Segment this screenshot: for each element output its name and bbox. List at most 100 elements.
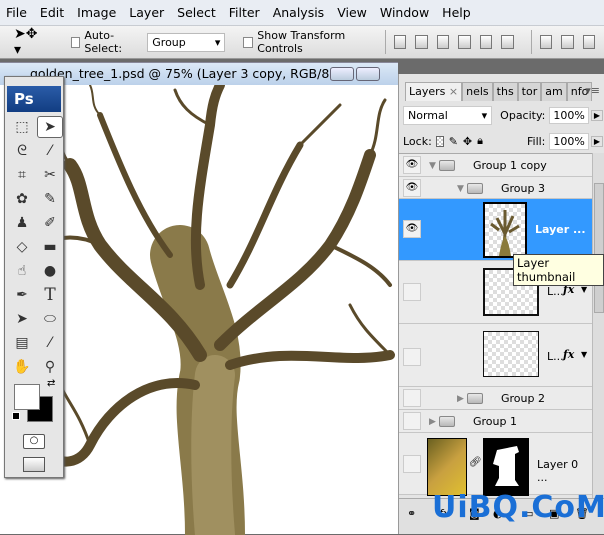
tab-channels[interactable]: nels (462, 82, 493, 101)
screen-mode-button[interactable] (23, 457, 45, 472)
eye-icon[interactable]: 👁︎ (403, 220, 421, 238)
notes-tool-icon[interactable]: ▤ (9, 332, 35, 354)
magic-wand-tool-icon[interactable]: ⁄ (37, 140, 63, 162)
fx-icon[interactable]: fx (563, 348, 574, 361)
blur-tool-icon[interactable]: ☝ (9, 260, 35, 282)
move-tool-preset-icon[interactable]: ➤✥ ▾ (14, 26, 45, 58)
visibility-toggle[interactable] (403, 348, 421, 366)
opacity-input[interactable]: 100% (549, 106, 589, 124)
expand-effects-icon[interactable]: ▼ (581, 350, 587, 359)
fill-input[interactable]: 100% (549, 132, 589, 150)
layer-row-layer-3-copy[interactable]: 👁︎ Layer ... (399, 199, 592, 261)
ellipse-tool-icon[interactable]: ⬭ (37, 308, 63, 330)
collapse-triangle-icon[interactable]: ▶ (457, 394, 464, 404)
layer-row-group-3[interactable]: 👁︎ ▼ Group 3 (399, 177, 592, 199)
show-transform-checkbox[interactable] (243, 36, 254, 48)
menu-window[interactable]: Window (380, 5, 429, 20)
zoom-tool-icon[interactable]: ⚲ (37, 356, 63, 378)
tab-histogram[interactable]: am (541, 82, 567, 101)
auto-select-checkbox[interactable] (70, 36, 81, 48)
layer-row-layer-0[interactable]: 🔗︎ Layer 0 ... (399, 433, 592, 496)
lock-all-icon[interactable]: 🔒︎ (477, 134, 483, 148)
align-left-icon[interactable] (458, 35, 471, 49)
align-vcenter-icon[interactable] (415, 35, 428, 49)
brush-tool-icon[interactable]: ✎ (37, 188, 63, 210)
distribute-vcenter-icon[interactable] (561, 35, 574, 49)
menu-view[interactable]: View (337, 5, 367, 20)
visibility-toggle[interactable] (403, 389, 421, 407)
layers-scrollbar[interactable] (592, 153, 604, 498)
default-colors-icon[interactable] (12, 412, 20, 420)
clone-stamp-tool-icon[interactable]: ♟ (9, 212, 35, 234)
auto-select-dropdown[interactable]: Group ▾ (147, 32, 226, 52)
close-icon[interactable]: × (449, 85, 458, 98)
gradient-tool-icon[interactable]: ▬ (37, 236, 63, 258)
move-tool-icon[interactable]: ➤ (37, 116, 63, 138)
tab-paths[interactable]: ths (492, 82, 518, 101)
layer-row-group-1[interactable]: ▶ Group 1 (399, 410, 592, 433)
layer-row-group-2[interactable]: ▶ Group 2 (399, 387, 592, 410)
minimize-button[interactable] (330, 67, 354, 81)
align-bottom-icon[interactable] (436, 35, 450, 49)
distribute-top-icon[interactable] (539, 35, 553, 49)
align-top-icon[interactable] (393, 35, 407, 49)
opacity-slider-arrow-icon[interactable]: ▶ (590, 109, 603, 121)
align-right-icon[interactable] (501, 35, 514, 49)
fill-slider-arrow-icon[interactable]: ▶ (590, 135, 603, 147)
lock-transparency-icon[interactable] (435, 135, 444, 147)
layer-thumbnail[interactable] (483, 331, 539, 377)
link-layers-icon[interactable]: ⚭ (407, 507, 416, 520)
collapse-triangle-icon[interactable]: ▶ (429, 417, 436, 427)
visibility-toggle[interactable] (403, 455, 421, 473)
auto-select-label: Auto-Select: (84, 29, 123, 55)
slice-tool-icon[interactable]: ✂ (37, 164, 63, 186)
layer-thumbnail[interactable] (427, 438, 467, 496)
dodge-tool-icon[interactable]: ● (37, 260, 63, 282)
menu-image[interactable]: Image (77, 5, 116, 20)
blend-mode-dropdown[interactable]: Normal ▾ (403, 105, 493, 125)
menu-file[interactable]: File (6, 5, 27, 20)
crop-tool-icon[interactable]: ⌗ (9, 164, 35, 186)
layer-thumbnail[interactable] (483, 202, 527, 258)
healing-brush-tool-icon[interactable]: ✿ (9, 188, 35, 210)
swap-colors-icon[interactable]: ⇄ (47, 378, 55, 389)
visibility-toggle[interactable] (403, 283, 421, 301)
marquee-tool-icon[interactable]: ⬚ (9, 116, 35, 138)
maximize-button[interactable] (356, 67, 380, 81)
history-brush-tool-icon[interactable]: ✐ (37, 212, 63, 234)
layer-mask-thumbnail[interactable] (483, 438, 529, 496)
quick-mask-button[interactable]: ○ (23, 434, 45, 449)
menu-analysis[interactable]: Analysis (273, 5, 325, 20)
distribute-bottom-icon[interactable] (582, 35, 595, 49)
lasso-tool-icon[interactable]: ᘓ (9, 140, 35, 162)
menu-filter[interactable]: Filter (229, 5, 260, 20)
menu-help[interactable]: Help (442, 5, 471, 20)
lock-position-icon[interactable]: ✥ (463, 135, 472, 148)
path-selection-tool-icon[interactable]: ➤ (9, 308, 35, 330)
folder-icon (439, 415, 456, 427)
type-tool-icon[interactable]: T (37, 284, 63, 306)
lock-image-icon[interactable]: ✎ (449, 135, 458, 148)
panel-menu-icon[interactable]: ▾≡ (585, 84, 600, 97)
scrollbar-thumb[interactable] (594, 183, 604, 313)
hand-tool-icon[interactable]: ✋ (9, 356, 35, 378)
link-icon[interactable]: 🔗︎ (469, 457, 482, 468)
eraser-tool-icon[interactable]: ◇ (9, 236, 35, 258)
foreground-color-swatch[interactable] (14, 384, 40, 410)
tab-navigator[interactable]: tor (517, 82, 542, 101)
pen-tool-icon[interactable]: ✒ (9, 284, 35, 306)
layer-row-fx-2[interactable]: L... fx ▼ (399, 324, 592, 387)
eyedropper-tool-icon[interactable]: ⁄ (37, 332, 63, 354)
align-hcenter-icon[interactable] (479, 35, 493, 49)
menu-select[interactable]: Select (177, 5, 216, 20)
eye-icon[interactable]: 👁︎ (403, 156, 421, 174)
visibility-toggle[interactable] (403, 412, 421, 430)
menu-edit[interactable]: Edit (40, 5, 64, 20)
tab-layers[interactable]: Layers × (405, 82, 463, 101)
menu-layer[interactable]: Layer (129, 5, 164, 20)
expand-triangle-icon[interactable]: ▼ (429, 161, 436, 171)
expand-effects-icon[interactable]: ▼ (581, 285, 587, 294)
layer-row-group-1-copy[interactable]: 👁︎ ▼ Group 1 copy (399, 154, 592, 177)
expand-triangle-icon[interactable]: ▼ (457, 184, 464, 194)
eye-icon[interactable]: 👁︎ (403, 179, 421, 197)
